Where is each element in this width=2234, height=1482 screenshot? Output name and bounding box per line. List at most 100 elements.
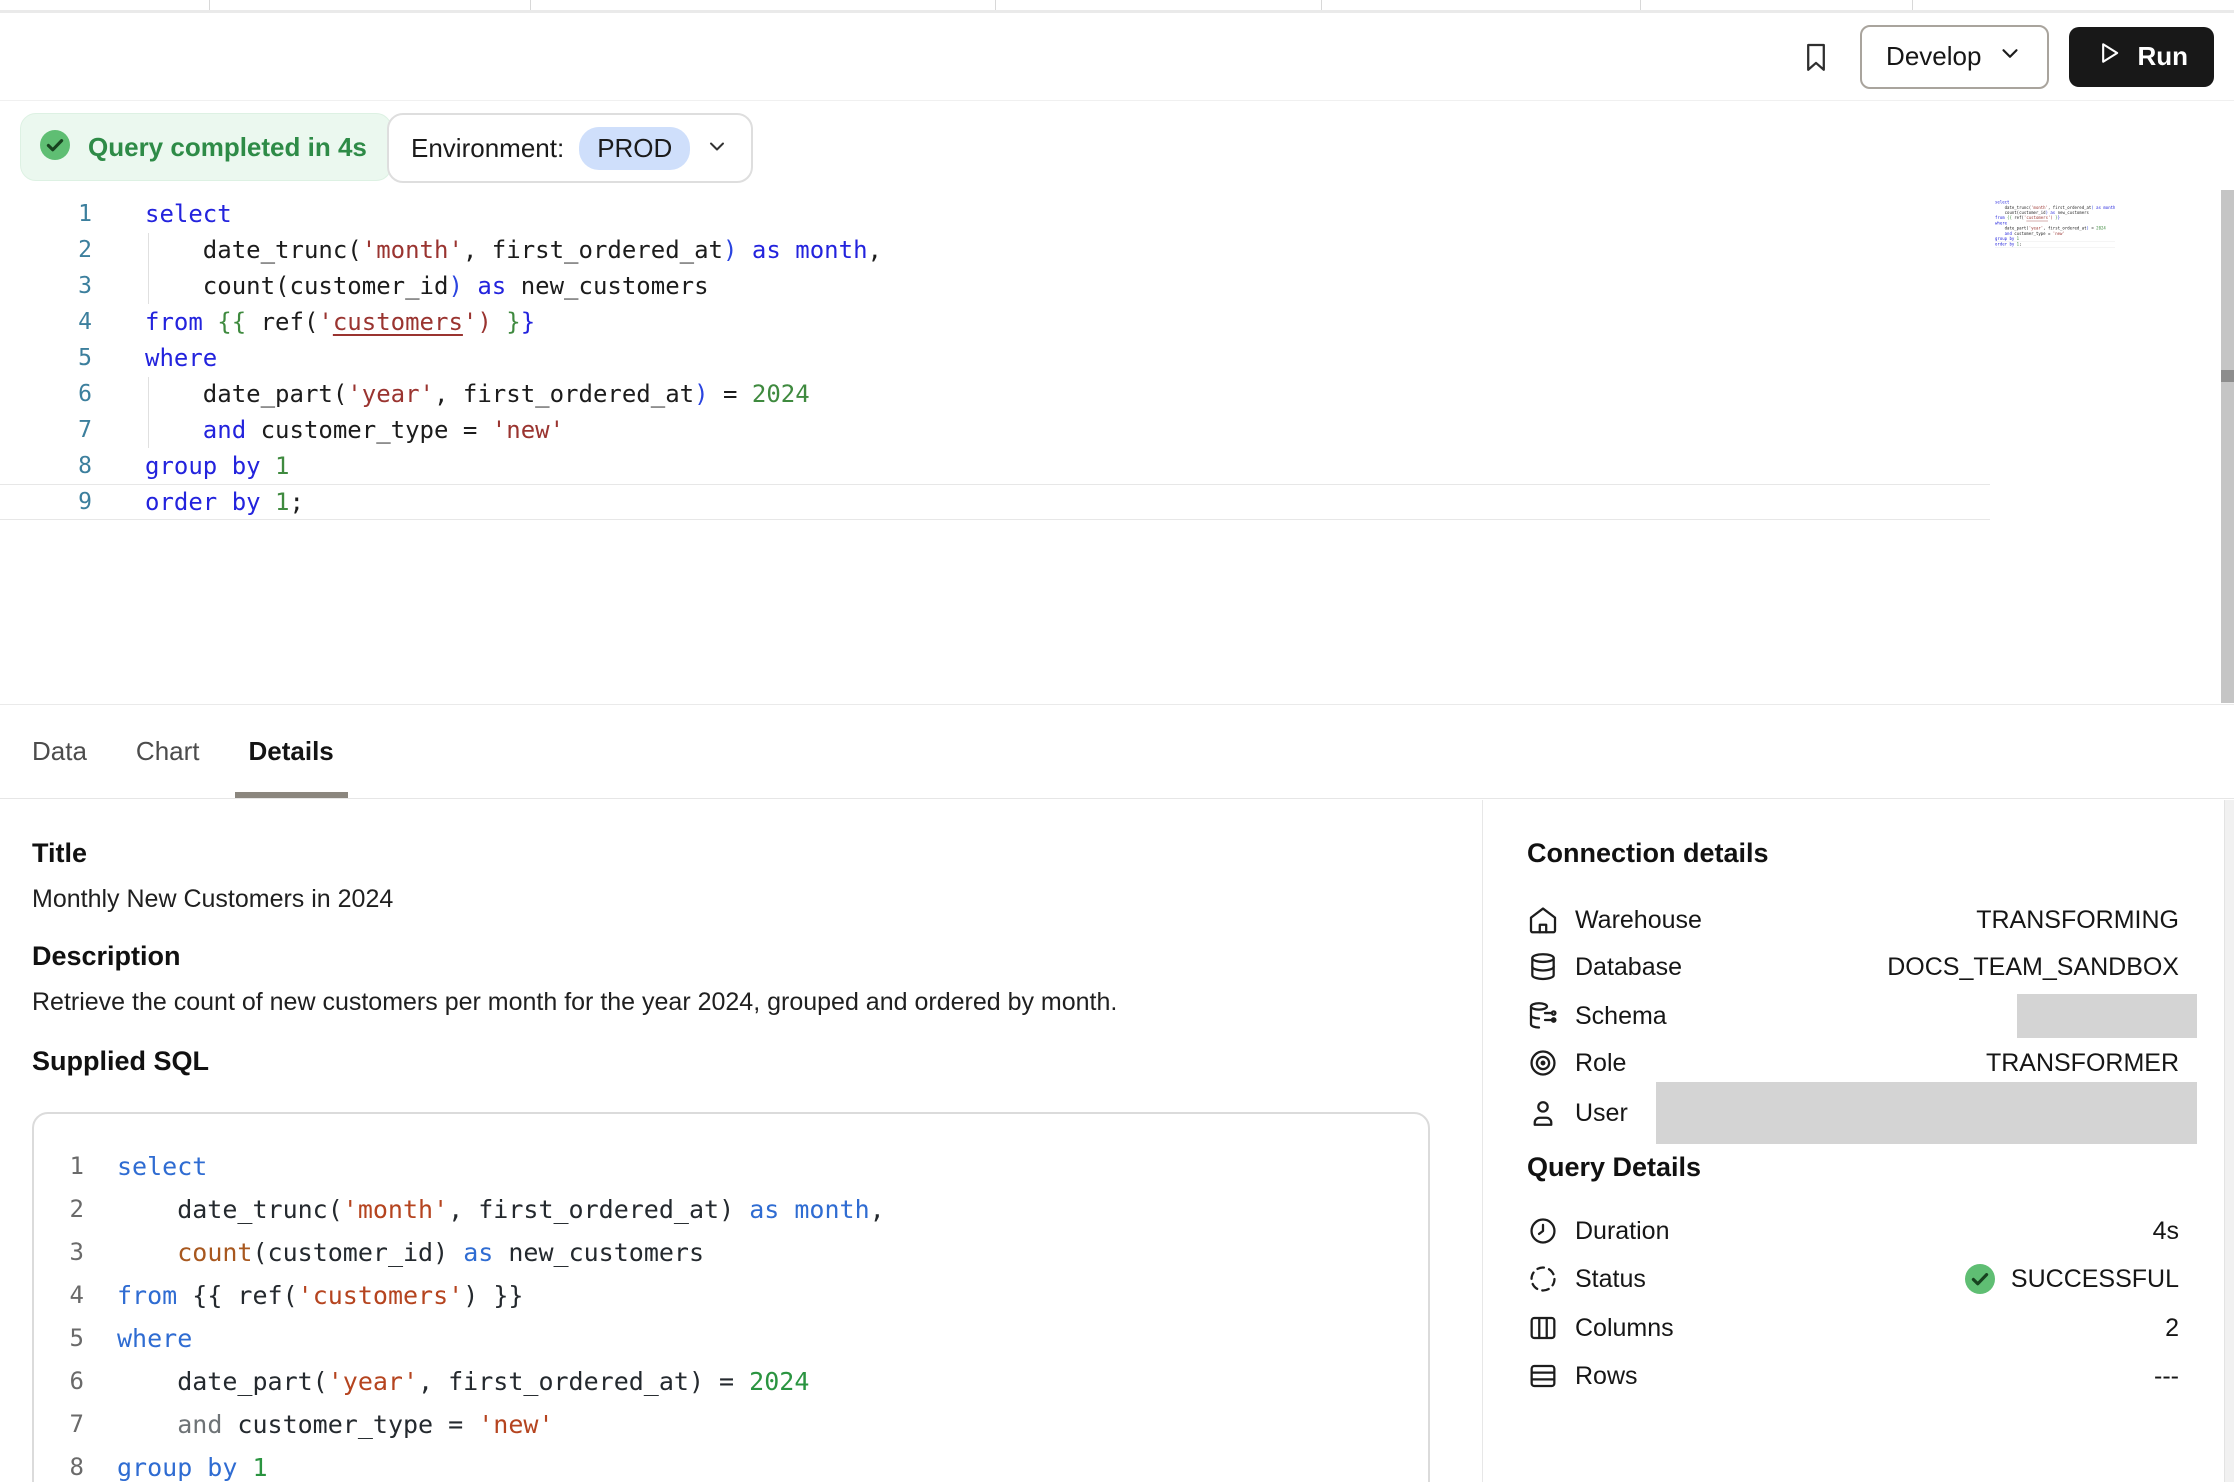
- tab-data[interactable]: Data: [32, 705, 87, 798]
- detail-row-status: Status SUCCESSFUL: [1527, 1255, 2197, 1303]
- detail-value: TRANSFORMER: [1986, 1049, 2197, 1078]
- schema-icon: [1527, 1000, 1559, 1032]
- detail-value: 2: [2165, 1314, 2197, 1343]
- detail-row-rows: Rows ---: [1527, 1352, 2197, 1400]
- code-line: 6 date_part('year', first_ordered_at) = …: [0, 376, 1990, 412]
- file-tab-separator: [209, 0, 210, 10]
- line-number: 5: [0, 340, 92, 376]
- redacted-value: [1656, 1082, 2197, 1144]
- line-number: 1: [34, 1145, 84, 1188]
- code-line: 1select: [0, 196, 1990, 232]
- code-line: 3 count(customer_id) as new_customers: [0, 268, 1990, 304]
- query-status-pill: Query completed in 4s: [20, 113, 392, 181]
- detail-label: Database: [1575, 953, 1682, 982]
- supplied-sql-heading: Supplied SQL: [32, 1046, 209, 1077]
- status-spinner-icon: [1527, 1263, 1559, 1295]
- code-line: 1select: [34, 1145, 1428, 1188]
- indent-guide: [148, 377, 149, 448]
- code-line: 9order by 1;: [0, 484, 1990, 520]
- line-number: 4: [34, 1274, 84, 1317]
- detail-label: Status: [1575, 1265, 1646, 1294]
- line-number: 8: [34, 1446, 84, 1482]
- file-tab-separator: [530, 0, 531, 10]
- code-line: 8group by 1: [0, 448, 1990, 484]
- connection-heading: Connection details: [1527, 838, 1769, 869]
- code-line: 4from {{ ref('customers') }}: [34, 1274, 1428, 1317]
- detail-value: SUCCESSFUL: [1962, 1261, 2197, 1297]
- user-icon: [1527, 1097, 1559, 1129]
- tab-details[interactable]: Details: [249, 705, 334, 798]
- supplied-sql-block: 1select2 date_trunc('month', first_order…: [32, 1112, 1430, 1482]
- line-number: 2: [34, 1188, 84, 1231]
- tab-chart[interactable]: Chart: [136, 705, 200, 798]
- chevron-down-icon: [705, 134, 729, 163]
- editor-minimap[interactable]: select date_trunc('month', first_ordered…: [1995, 200, 2115, 320]
- app-window: Develop Run Query completed in 4s Enviro…: [0, 0, 2234, 1482]
- detail-row-duration: Duration4s: [1527, 1207, 2197, 1255]
- bookmark-icon[interactable]: [1798, 35, 1834, 79]
- environment-value-chip: PROD: [579, 127, 690, 170]
- indent-guide: [148, 233, 149, 304]
- detail-row-user: User: [1527, 1081, 2197, 1145]
- code-line: 7 and customer_type = 'new': [0, 412, 1990, 448]
- line-number: 8: [0, 448, 92, 484]
- detail-row-database: Database DOCS_TEAM_SANDBOX: [1527, 943, 2197, 991]
- details-divider: [1482, 800, 1483, 1482]
- detail-label: User: [1575, 1099, 1628, 1128]
- line-number: 7: [34, 1403, 84, 1446]
- connection-panel: Connection details Warehouse TRANSFORMING…: [1527, 800, 2197, 1482]
- detail-label: Schema: [1575, 1002, 1667, 1031]
- file-tabstrip: [0, 0, 2234, 13]
- detail-value: DOCS_TEAM_SANDBOX: [1887, 953, 2197, 982]
- run-button-label: Run: [2137, 41, 2188, 72]
- file-tab-separator: [1912, 0, 1913, 10]
- line-number: 3: [34, 1231, 84, 1274]
- title-value: Monthly New Customers in 2024: [32, 885, 393, 914]
- editor-scrollbar[interactable]: [2221, 190, 2234, 703]
- code-line: order by 1;: [1995, 242, 2115, 248]
- line-number: 1: [0, 196, 92, 232]
- line-number: 4: [0, 304, 92, 340]
- details-scroll-track[interactable]: [2224, 800, 2234, 1482]
- detail-label: Rows: [1575, 1362, 1638, 1391]
- code-line: 7 and customer_type = 'new': [34, 1403, 1428, 1446]
- line-number: 9: [0, 485, 92, 519]
- toolbar: Develop Run: [0, 13, 2234, 101]
- detail-label: Warehouse: [1575, 906, 1702, 935]
- line-number: 6: [0, 376, 92, 412]
- environment-selector[interactable]: Environment: PROD: [387, 113, 753, 183]
- detail-label: Role: [1575, 1049, 1626, 1078]
- line-number: 6: [34, 1360, 84, 1403]
- develop-button-label: Develop: [1886, 41, 1981, 72]
- line-number: 5: [34, 1317, 84, 1360]
- code-line: 8group by 1: [34, 1446, 1428, 1482]
- detail-value: TRANSFORMING: [1976, 906, 2197, 935]
- query-statusbar: Query completed in 4s Environment: PROD: [0, 102, 2234, 194]
- description-heading: Description: [32, 941, 181, 972]
- file-tab-separator: [1321, 0, 1322, 10]
- details-pane: Title Monthly New Customers in 2024 Desc…: [0, 800, 2234, 1482]
- scrollbar-thumb[interactable]: [2221, 370, 2234, 382]
- environment-label: Environment:: [411, 133, 564, 164]
- database-icon: [1527, 951, 1559, 983]
- code-line: 2 date_trunc('month', first_ordered_at) …: [34, 1188, 1428, 1231]
- results-tabbar: Data Chart Details: [0, 704, 2234, 799]
- code-line: 3 count(customer_id) as new_customers: [34, 1231, 1428, 1274]
- detail-label: Columns: [1575, 1314, 1674, 1343]
- query-details-heading: Query Details: [1527, 1152, 1701, 1183]
- code-line: 5where: [0, 340, 1990, 376]
- clock-icon: [1527, 1215, 1559, 1247]
- develop-button[interactable]: Develop: [1860, 25, 2049, 89]
- run-button[interactable]: Run: [2069, 27, 2214, 87]
- code-line: 5where: [34, 1317, 1428, 1360]
- code-line: 6 date_part('year', first_ordered_at) = …: [34, 1360, 1428, 1403]
- redacted-value: [2017, 994, 2197, 1038]
- description-value: Retrieve the count of new customers per …: [32, 988, 1117, 1017]
- line-number: 3: [0, 268, 92, 304]
- detail-label: Duration: [1575, 1217, 1670, 1246]
- rows-icon: [1527, 1360, 1559, 1392]
- warehouse-icon: [1527, 904, 1559, 936]
- sql-editor[interactable]: 1select2 date_trunc('month', first_order…: [0, 196, 2234, 705]
- file-tab-separator: [995, 0, 996, 10]
- detail-value: ---: [2154, 1362, 2197, 1391]
